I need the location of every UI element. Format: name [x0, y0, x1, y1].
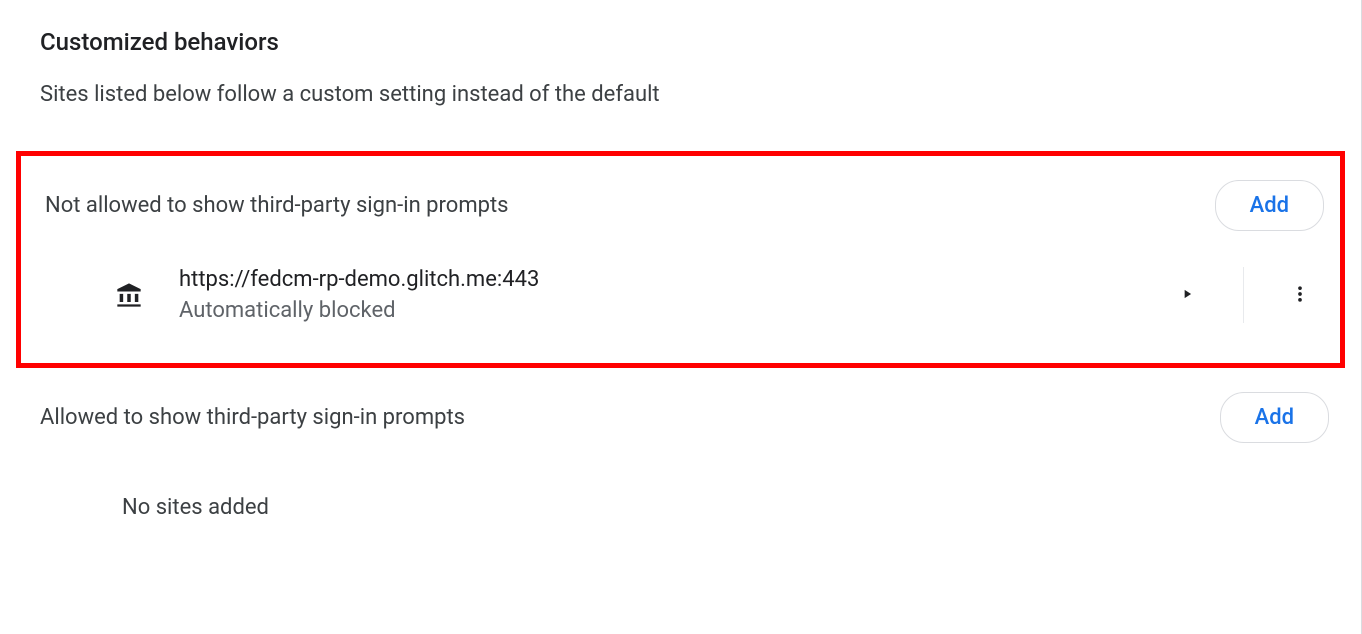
- add-not-allowed-button[interactable]: Add: [1215, 180, 1324, 231]
- more-vert-icon: [1290, 284, 1310, 307]
- site-row[interactable]: https://fedcm-rp-demo.glitch.me:443 Auto…: [113, 267, 1324, 323]
- allowed-title: Allowed to show third-party sign-in prom…: [40, 405, 465, 430]
- more-actions-button[interactable]: [1276, 271, 1324, 319]
- site-url: https://fedcm-rp-demo.glitch.me:443: [179, 267, 1163, 292]
- site-text: https://fedcm-rp-demo.glitch.me:443 Auto…: [179, 267, 1163, 323]
- not-allowed-title: Not allowed to show third-party sign-in …: [45, 193, 509, 218]
- allowed-header: Allowed to show third-party sign-in prom…: [40, 392, 1329, 443]
- section-heading: Customized behaviors: [40, 28, 1361, 56]
- chevron-right-icon: [1180, 287, 1194, 304]
- divider: [1243, 267, 1244, 323]
- institution-icon: [113, 279, 145, 311]
- expand-button[interactable]: [1163, 271, 1211, 319]
- no-sites-text: No sites added: [122, 495, 1337, 520]
- add-allowed-button[interactable]: Add: [1220, 392, 1329, 443]
- site-status: Automatically blocked: [179, 298, 1163, 323]
- not-allowed-header: Not allowed to show third-party sign-in …: [45, 180, 1324, 231]
- allowed-section: Allowed to show third-party sign-in prom…: [0, 392, 1361, 520]
- site-row-actions: [1163, 267, 1324, 323]
- not-allowed-section: Not allowed to show third-party sign-in …: [16, 151, 1345, 368]
- section-description: Sites listed below follow a custom setti…: [40, 82, 1361, 107]
- settings-panel: Customized behaviors Sites listed below …: [0, 0, 1362, 634]
